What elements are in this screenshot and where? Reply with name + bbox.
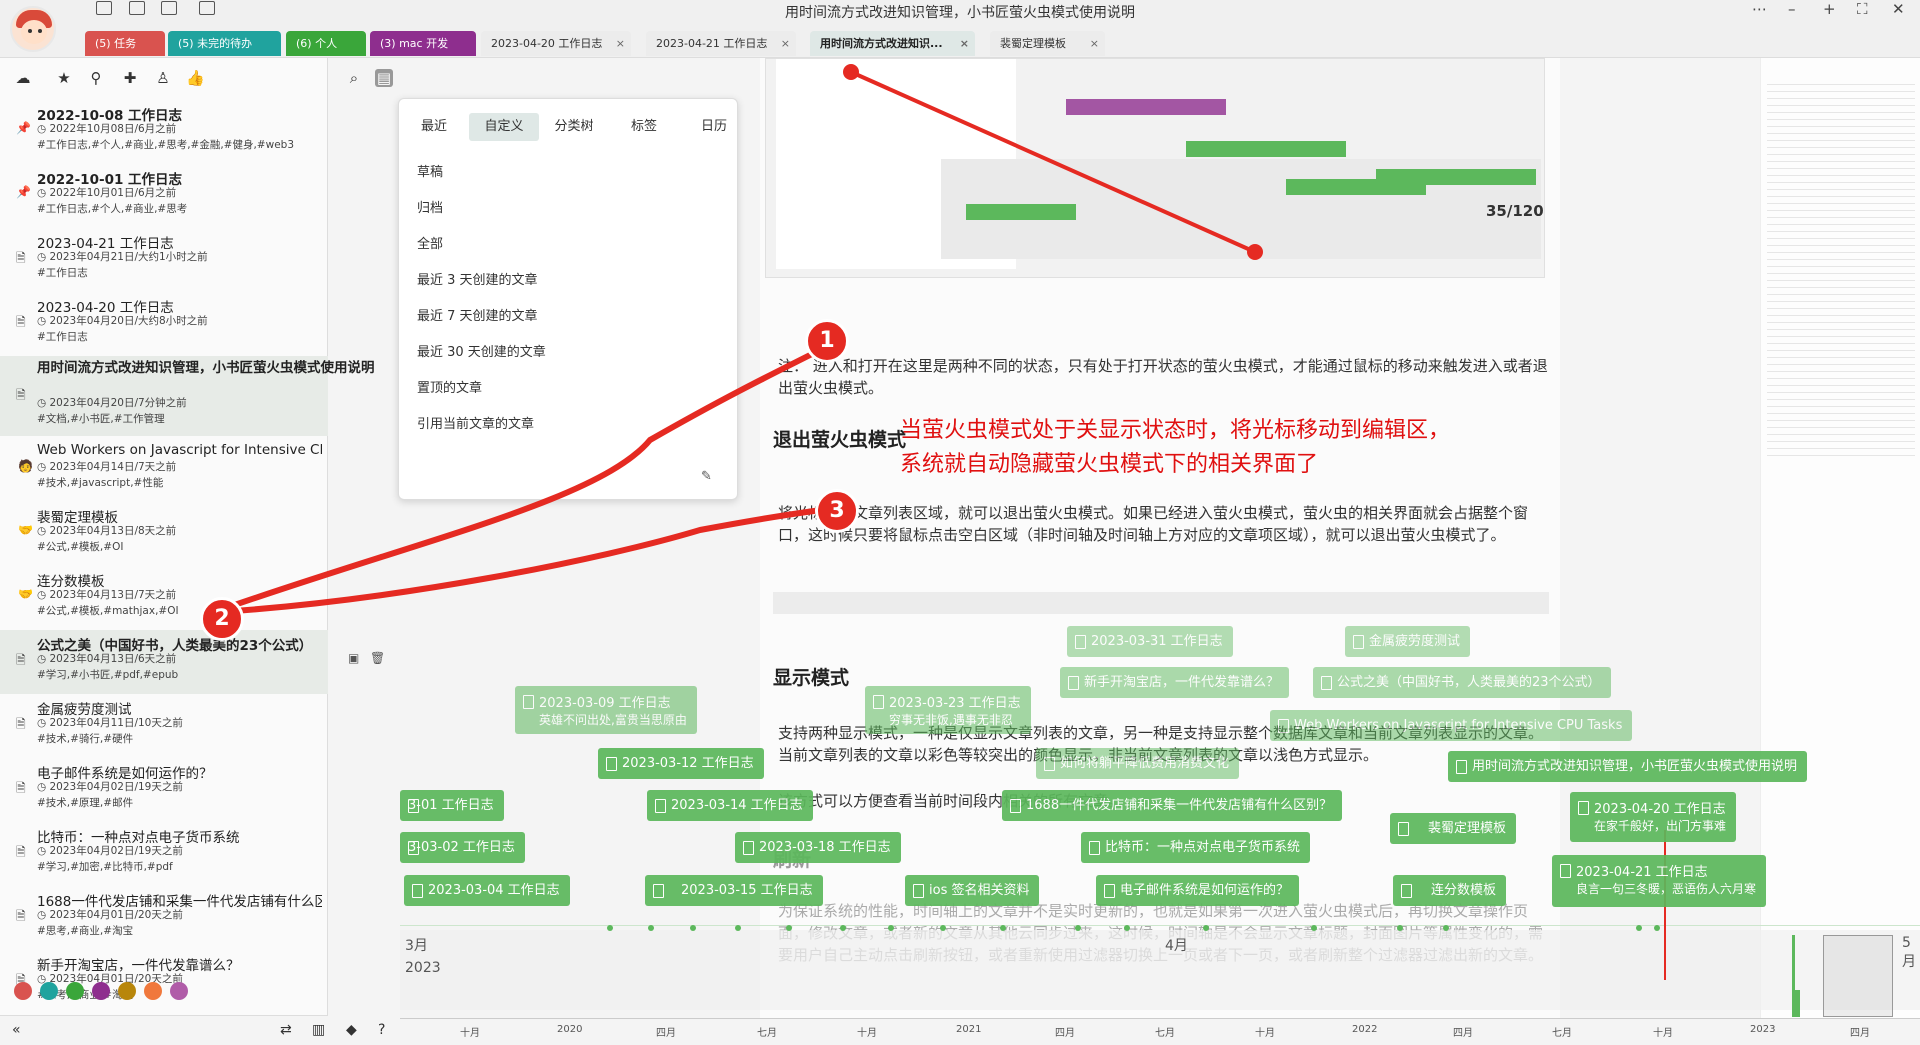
annotation-marker-1: 1	[805, 319, 849, 363]
annotation-marker-2: 2	[200, 597, 244, 641]
app-window: { "window": {"title": "用时间流方式改进知识管理，小书匠萤…	[0, 0, 1920, 1045]
annotation-marker-3: 3	[815, 489, 859, 533]
annotation-arrows	[219, 64, 1263, 615]
